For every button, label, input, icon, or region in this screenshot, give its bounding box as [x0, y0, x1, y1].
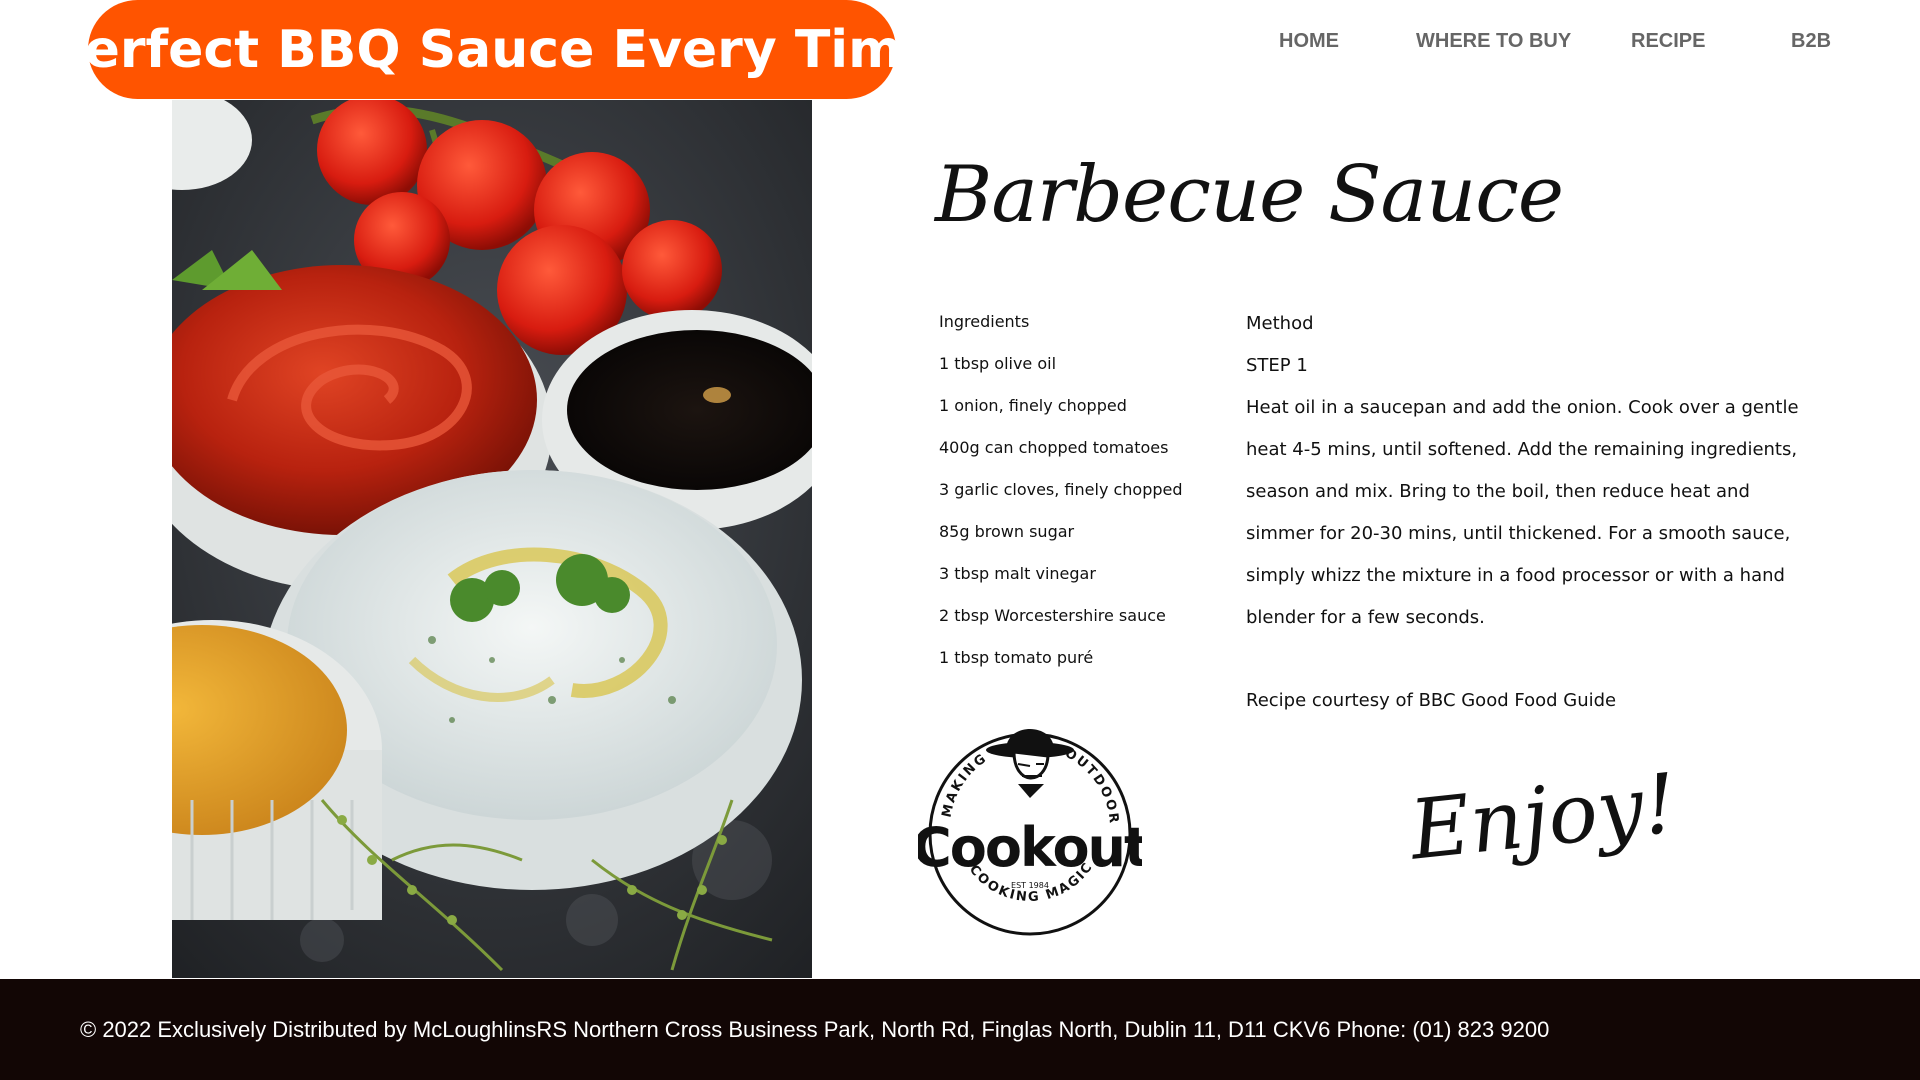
- method-line: Heat oil in a saucepan and add the onion…: [1246, 397, 1799, 418]
- ingredient-item: 3 tbsp malt vinegar: [939, 564, 1096, 583]
- footer: © 2022 Exclusively Distributed by McLoug…: [0, 979, 1920, 1080]
- page-title: Perfect BBQ Sauce Every Time: [46, 19, 938, 80]
- nav-b2b[interactable]: B2B: [1791, 30, 1831, 53]
- ingredient-item: 1 tbsp tomato puré: [939, 648, 1094, 667]
- ingredients-list: Ingredients 1 tbsp olive oil 1 onion, fi…: [939, 311, 1229, 689]
- method-line: blender for a few seconds.: [1246, 607, 1485, 628]
- nav-recipe[interactable]: RECIPE: [1631, 30, 1705, 53]
- ingredient-item: 400g can chopped tomatoes: [939, 438, 1169, 457]
- nav-home[interactable]: HOME: [1279, 30, 1339, 53]
- recipe-heading: Barbecue Sauce: [935, 150, 1564, 240]
- ingredient-item: 85g brown sugar: [939, 522, 1075, 541]
- sauces-illustration: [172, 100, 812, 978]
- method-line: simmer for 20-30 mins, until thickened. …: [1246, 523, 1791, 544]
- ingredients-label: Ingredients: [939, 312, 1030, 331]
- method-line: heat 4-5 mins, until softened. Add the r…: [1246, 439, 1798, 460]
- recipe-courtesy: Recipe courtesy of BBC Good Food Guide: [1246, 690, 1617, 711]
- method-section: Method STEP 1 Heat oil in a saucepan and…: [1246, 311, 1806, 639]
- ingredient-item: 2 tbsp Worcestershire sauce: [939, 606, 1166, 625]
- cookout-logo[interactable]: MAKING OUTDOOR Cookout EST 1984 COOKING …: [912, 716, 1151, 940]
- method-line: season and mix. Bring to the boil, then …: [1246, 481, 1750, 502]
- enjoy-signoff: Enjoy!: [1405, 756, 1681, 879]
- cookout-logo-graphic: MAKING OUTDOOR Cookout EST 1984 COOKING …: [912, 729, 1151, 936]
- method-label: Method: [1246, 313, 1314, 334]
- ingredient-item: 3 garlic cloves, finely chopped: [939, 480, 1183, 499]
- ingredient-item: 1 onion, finely chopped: [939, 396, 1127, 415]
- page: Perfect BBQ Sauce Every Time HOME WHERE …: [0, 0, 1920, 1080]
- title-banner: Perfect BBQ Sauce Every Time: [46, 0, 938, 99]
- nav-where-to-buy[interactable]: WHERE TO BUY: [1416, 30, 1571, 53]
- footer-text: © 2022 Exclusively Distributed by McLoug…: [80, 1017, 1550, 1042]
- method-line: simply whizz the mixture in a food proce…: [1246, 565, 1785, 586]
- logo-wordmark: Cookout: [918, 816, 1142, 879]
- ingredient-item: 1 tbsp olive oil: [939, 354, 1057, 373]
- sauces-photo: [172, 100, 812, 978]
